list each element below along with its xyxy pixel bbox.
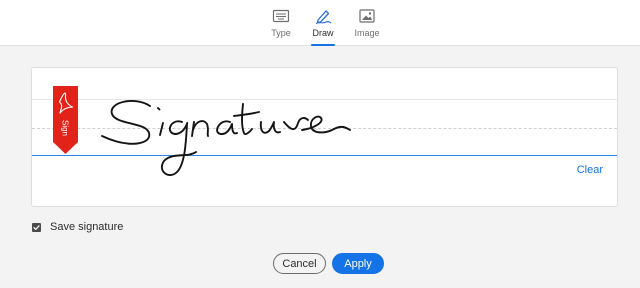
- clear-button[interactable]: Clear: [577, 164, 603, 176]
- tab-draw-label: Draw: [312, 28, 334, 38]
- checkmark-icon: [33, 224, 40, 230]
- tab-type-label: Type: [271, 28, 291, 38]
- tab-image-label: Image: [354, 28, 380, 38]
- apply-button[interactable]: Apply: [332, 253, 384, 274]
- tab-draw[interactable]: Draw: [303, 8, 343, 46]
- save-signature-option[interactable]: Save signature: [32, 220, 123, 234]
- signature-drawing-canvas[interactable]: Sign Clear: [31, 67, 618, 207]
- sign-tag-label: Sign: [60, 119, 70, 137]
- save-signature-label: Save signature: [50, 221, 124, 233]
- cancel-button[interactable]: Cancel: [273, 253, 326, 274]
- image-icon: [359, 9, 375, 23]
- drawn-signature: [101, 100, 351, 177]
- signature-mode-toolbar: Type Draw Image: [0, 0, 640, 46]
- tab-type[interactable]: Type: [261, 8, 301, 44]
- tab-image[interactable]: Image: [347, 8, 387, 44]
- keyboard-icon: [272, 9, 290, 23]
- save-signature-checkbox[interactable]: [32, 222, 41, 232]
- pen-draw-icon: [315, 10, 332, 24]
